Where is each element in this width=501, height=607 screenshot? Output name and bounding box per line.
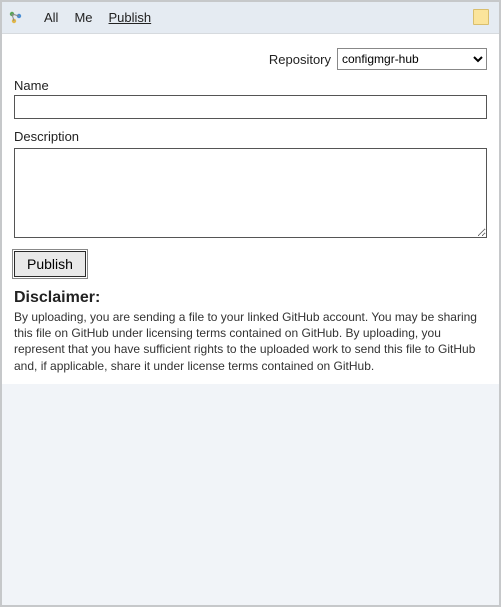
window: All Me Publish Repository configmgr-hub …: [0, 0, 501, 607]
repository-label: Repository: [269, 52, 331, 67]
tab-me[interactable]: Me: [74, 8, 92, 27]
repository-row: Repository configmgr-hub: [14, 48, 487, 70]
toolbar: All Me Publish: [2, 2, 499, 34]
name-label: Name: [14, 78, 487, 93]
disclaimer-text: By uploading, you are sending a file to …: [14, 309, 487, 374]
hub-icon: [8, 10, 24, 26]
status-indicator[interactable]: [473, 9, 489, 25]
publish-form: Repository configmgr-hub Name Descriptio…: [2, 34, 499, 384]
description-label: Description: [14, 129, 487, 144]
publish-button[interactable]: Publish: [14, 251, 86, 277]
disclaimer-heading: Disclaimer:: [14, 289, 487, 307]
tab-all[interactable]: All: [44, 8, 58, 27]
description-input[interactable]: [14, 148, 487, 238]
empty-area: [2, 384, 499, 605]
name-input[interactable]: [14, 95, 487, 119]
tab-publish[interactable]: Publish: [109, 8, 152, 27]
repository-select[interactable]: configmgr-hub: [337, 48, 487, 70]
